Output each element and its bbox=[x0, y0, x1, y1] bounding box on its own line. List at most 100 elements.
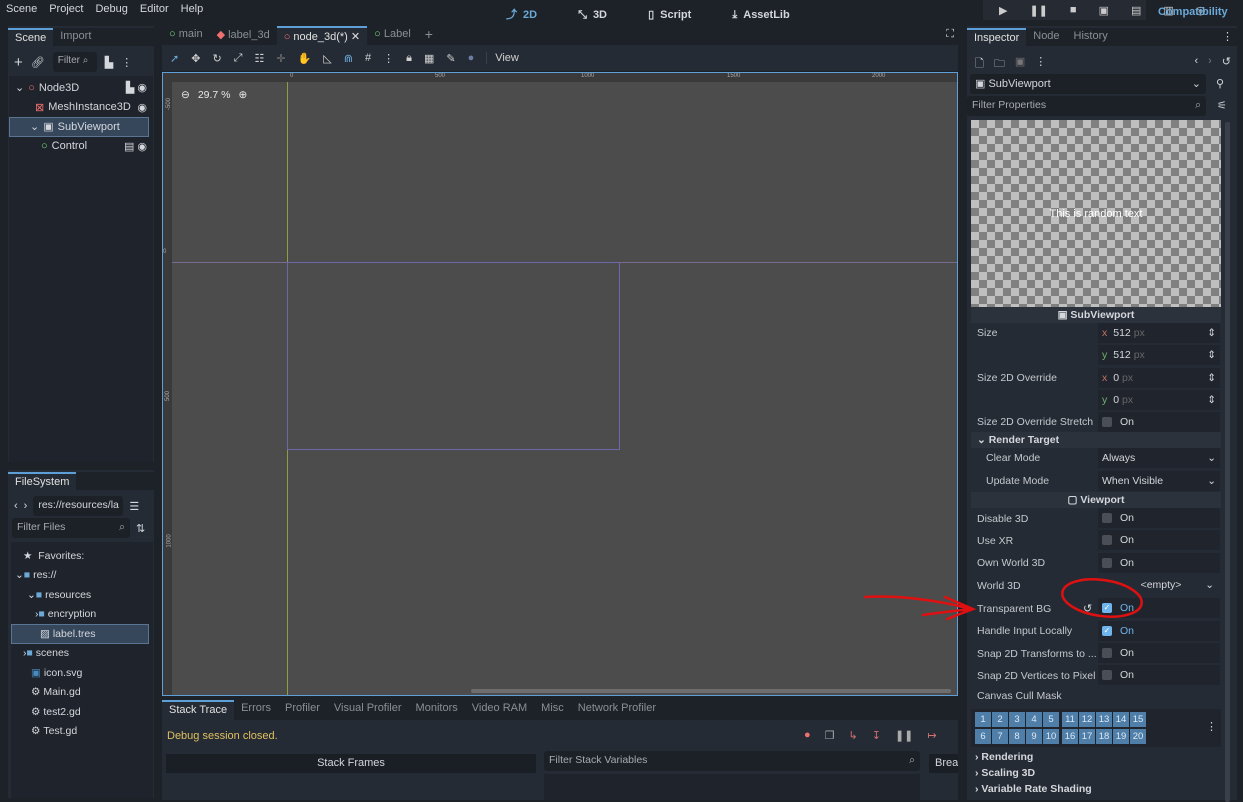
tab-node[interactable]: Node bbox=[1026, 28, 1066, 46]
layer-cell[interactable]: 16 bbox=[1062, 728, 1078, 744]
scene-tab-node3d[interactable]: ○ node_3d(*) ✕ bbox=[276, 26, 368, 45]
zoom-out-icon[interactable]: ⊖ bbox=[181, 89, 190, 101]
group-icon[interactable]: ▦ bbox=[424, 52, 434, 65]
layer-cell[interactable]: 1 bbox=[975, 712, 991, 727]
scene-tab-label3d[interactable]: ◆ label_3d bbox=[210, 26, 277, 45]
object-history-icon[interactable]: ↺ bbox=[1222, 55, 1231, 74]
tab-inspector[interactable]: Inspector bbox=[967, 28, 1027, 46]
layer-cell[interactable]: 20 bbox=[1130, 728, 1146, 744]
pivot-tool-icon[interactable]: ✛ bbox=[276, 52, 285, 65]
step-into-icon[interactable]: ↳ bbox=[849, 729, 858, 742]
tab-stack-trace[interactable]: Stack Trace bbox=[162, 700, 235, 720]
layer-cell[interactable]: 12 bbox=[1079, 712, 1095, 727]
tree-node-control[interactable]: ○ Control ▤ ◉ bbox=[9, 137, 153, 157]
more-icon[interactable]: ⋮ bbox=[121, 56, 132, 69]
fs-test2-gd[interactable]: ⚙ test2.gd bbox=[11, 702, 153, 722]
horizontal-scrollbar[interactable] bbox=[471, 689, 951, 693]
bone-icon[interactable]: ✎ bbox=[446, 52, 455, 65]
scene-tab-main[interactable]: ○ main bbox=[162, 26, 210, 45]
rotate-tool-icon[interactable]: ↻ bbox=[212, 52, 221, 65]
view-menu[interactable]: View bbox=[486, 52, 519, 64]
open-resource-icon[interactable]: 🗀︎ bbox=[994, 55, 1005, 74]
stop-icon[interactable]: ■ bbox=[1064, 1, 1083, 19]
tab-errors[interactable]: Errors bbox=[234, 700, 278, 720]
mode-script[interactable]: ▯ Script bbox=[642, 3, 713, 27]
record-icon[interactable]: ● bbox=[804, 729, 811, 742]
move-tool-icon[interactable]: ✥ bbox=[191, 52, 200, 65]
scale-tool-icon[interactable]: ⤢ bbox=[234, 52, 243, 65]
snap-vertices-checkbox[interactable]: On bbox=[1098, 665, 1220, 685]
sort-icon[interactable]: ⇅ bbox=[136, 522, 145, 535]
group-variable-rate-shading[interactable]: › Variable Rate Shading bbox=[975, 783, 1092, 795]
mode-assetlib[interactable]: ⤓ AssetLib bbox=[726, 3, 811, 27]
tab-misc[interactable]: Misc bbox=[534, 700, 571, 720]
layer-cell[interactable]: 15 bbox=[1130, 712, 1146, 727]
inspector-scrollbar[interactable] bbox=[1225, 122, 1230, 802]
filter-properties-input[interactable]: Filter Properties ⌕ bbox=[967, 96, 1206, 116]
layer-cell[interactable]: 4 bbox=[1026, 712, 1042, 727]
size2d-y-field[interactable]: y0 px ⇕ bbox=[1098, 390, 1220, 410]
new-resource-icon[interactable]: 🗋︎ bbox=[975, 55, 984, 74]
layer-cell[interactable]: 8 bbox=[1009, 728, 1025, 744]
step-over-icon[interactable]: ↧ bbox=[872, 729, 881, 742]
size2d-x-field[interactable]: x0 px ⇕ bbox=[1098, 368, 1220, 388]
fs-scenes[interactable]: › ■ scenes bbox=[11, 644, 153, 664]
remote-debug-icon[interactable]: ▣ bbox=[1093, 1, 1115, 20]
snap-options-icon[interactable]: ⋮ bbox=[383, 52, 394, 65]
layer-cell[interactable]: 18 bbox=[1096, 728, 1112, 744]
menu-debug[interactable]: Debug bbox=[89, 0, 133, 18]
layer-cell[interactable]: 14 bbox=[1113, 712, 1129, 727]
object-selector[interactable]: ▣ SubViewport ⌄ bbox=[970, 74, 1206, 94]
add-node-icon[interactable]: + bbox=[14, 54, 23, 71]
menu-editor[interactable]: Editor bbox=[134, 0, 175, 18]
fs-encryption[interactable]: › ■ encryption bbox=[11, 605, 153, 625]
zoom-level[interactable]: 29.7 % bbox=[198, 89, 231, 101]
tab-visual-profiler[interactable]: Visual Profiler bbox=[327, 700, 409, 720]
path-input[interactable]: res://resources/la bbox=[33, 496, 124, 516]
property-tools-icon[interactable]: ⚟ bbox=[1217, 99, 1227, 112]
fs-label-tres[interactable]: ▨ label.tres bbox=[11, 624, 149, 644]
pause-icon[interactable]: ❚❚ bbox=[1023, 1, 1053, 20]
tab-profiler[interactable]: Profiler bbox=[278, 700, 327, 720]
tree-node-subviewport[interactable]: ⌄ ▣ SubViewport bbox=[9, 117, 149, 137]
layer-cell[interactable]: 19 bbox=[1113, 728, 1129, 744]
history-forward-icon[interactable]: › bbox=[1208, 55, 1212, 74]
tree-node-node3d[interactable]: ⌄ ○ Node3D ▙ ◉ bbox=[9, 78, 153, 98]
tab-import[interactable]: Import bbox=[53, 28, 98, 46]
back-icon[interactable]: ‹ bbox=[14, 500, 18, 512]
tab-filesystem[interactable]: FileSystem bbox=[8, 472, 77, 490]
tab-scene[interactable]: Scene bbox=[8, 28, 54, 46]
fs-res[interactable]: ⌄ ■ res:// bbox=[11, 566, 153, 586]
update-mode-select[interactable]: When Visible ⌄ bbox=[1098, 471, 1220, 491]
play-icon[interactable]: ▶ bbox=[993, 1, 1013, 20]
layer-cell[interactable]: 3 bbox=[1009, 712, 1025, 727]
layer-cell[interactable]: 7 bbox=[992, 728, 1008, 744]
layer-cell[interactable]: 5 bbox=[1043, 712, 1059, 727]
layer-cell[interactable]: 10 bbox=[1043, 728, 1059, 744]
grid-snap-icon[interactable]: # bbox=[365, 52, 371, 64]
tree-node-meshinstance3d[interactable]: ⊠ MeshInstance3D ◉ bbox=[9, 98, 153, 118]
fs-resources[interactable]: ⌄ ■ resources bbox=[11, 585, 153, 605]
use-xr-checkbox[interactable]: On bbox=[1098, 530, 1220, 550]
group-render-target[interactable]: ⌄ Render Target bbox=[971, 432, 1221, 448]
script-visibility-icons[interactable]: ▙ ◉ bbox=[126, 81, 147, 94]
fs-icon-svg[interactable]: ▣ icon.svg bbox=[11, 663, 153, 683]
layer-cell[interactable]: 11 bbox=[1062, 712, 1078, 727]
tab-video-ram[interactable]: Video RAM bbox=[465, 700, 534, 720]
layer-cell[interactable]: 17 bbox=[1079, 728, 1095, 744]
smart-snap-icon[interactable]: ⋒ bbox=[344, 52, 353, 65]
layer-cell[interactable]: 13 bbox=[1096, 712, 1112, 727]
visibility-icon[interactable]: ◉ bbox=[137, 101, 147, 114]
more-icon[interactable]: ⋮ bbox=[1035, 55, 1046, 74]
group-scaling-3d[interactable]: › Scaling 3D bbox=[975, 767, 1035, 779]
stretch-checkbox[interactable]: On bbox=[1098, 412, 1220, 432]
play-scene-icon[interactable]: ▤ bbox=[1125, 1, 1147, 20]
layout-toggle-icon[interactable]: ☰ bbox=[129, 500, 139, 513]
filter-files-input[interactable]: Filter Files ⌕ bbox=[12, 518, 130, 538]
more-icon[interactable]: ⋮ bbox=[1218, 28, 1237, 46]
layer-cell[interactable]: 2 bbox=[992, 712, 1008, 727]
close-icon[interactable]: ✕ bbox=[351, 31, 360, 43]
forward-icon[interactable]: › bbox=[24, 500, 28, 512]
copy-icon[interactable]: ❐ bbox=[825, 729, 835, 742]
break-icon[interactable]: ❚❚ bbox=[895, 729, 913, 742]
